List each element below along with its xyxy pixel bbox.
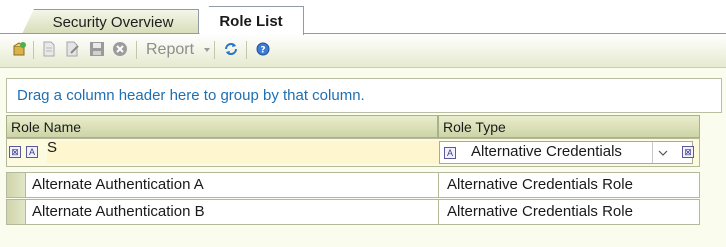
table-row[interactable]: Alternate Authentication A Alternative C…: [6, 172, 700, 198]
report-menu-button[interactable]: Report: [146, 41, 194, 59]
column-header-label: Role Type: [443, 118, 506, 135]
refresh-icon[interactable]: [222, 40, 240, 58]
filter-clear-icon[interactable]: ⊠: [9, 146, 21, 158]
role-name-filter-value: S: [47, 139, 58, 156]
toolbar-separator: [136, 41, 137, 59]
filter-row: ⊠ A S A Alternative Credentials ⊠: [6, 138, 700, 167]
svg-text:?: ?: [260, 46, 265, 56]
document-icon[interactable]: [40, 40, 58, 58]
group-by-hint: Drag a column header here to group by th…: [17, 87, 365, 104]
column-header-role-type[interactable]: Role Type: [438, 115, 700, 138]
role-type-cell: Alternative Credentials Role: [447, 203, 633, 220]
save-icon[interactable]: [88, 40, 106, 58]
role-type-filter-value: Alternative Credentials: [471, 143, 622, 160]
toolbar-separator: [246, 41, 247, 59]
toolbar-separator: [33, 41, 34, 59]
tab-label: Role List: [219, 12, 283, 30]
delete-icon[interactable]: [111, 40, 129, 58]
table-row[interactable]: Alternate Authentication B Alternative C…: [6, 199, 700, 225]
chevron-down-icon: [204, 48, 210, 52]
role-name-filter-input[interactable]: S: [47, 139, 439, 164]
row-selector[interactable]: [7, 173, 26, 197]
filter-operator-icon[interactable]: A: [444, 147, 456, 159]
filter-clear-icon[interactable]: ⊠: [682, 146, 694, 158]
tab-role-list[interactable]: Role List: [199, 6, 304, 35]
role-type-filter-select[interactable]: A Alternative Credentials: [439, 141, 693, 164]
tab-label: Security Overview: [52, 13, 174, 31]
column-divider: [438, 200, 439, 224]
role-name-cell: Alternate Authentication A: [32, 176, 204, 193]
column-header-label: Role Name: [11, 118, 82, 135]
tab-security-overview[interactable]: Security Overview: [22, 9, 199, 34]
toolbar-separator: [214, 41, 215, 59]
filter-operator-icon[interactable]: A: [26, 146, 38, 158]
new-role-icon[interactable]: [10, 40, 28, 58]
column-divider: [438, 173, 439, 197]
grid-area: Drag a column header here to group by th…: [0, 68, 726, 247]
row-selector[interactable]: [7, 200, 26, 224]
tab-strip: Security Overview Role List: [0, 0, 726, 35]
help-icon[interactable]: ?: [254, 40, 272, 58]
role-type-cell: Alternative Credentials Role: [447, 176, 633, 193]
edit-icon[interactable]: [64, 40, 82, 58]
toolbar: Report ?: [0, 34, 726, 68]
role-name-cell: Alternate Authentication B: [32, 203, 205, 220]
group-by-panel[interactable]: Drag a column header here to group by th…: [6, 78, 722, 113]
column-header-role-name[interactable]: Role Name: [6, 115, 438, 138]
chevron-down-icon[interactable]: [652, 142, 673, 163]
